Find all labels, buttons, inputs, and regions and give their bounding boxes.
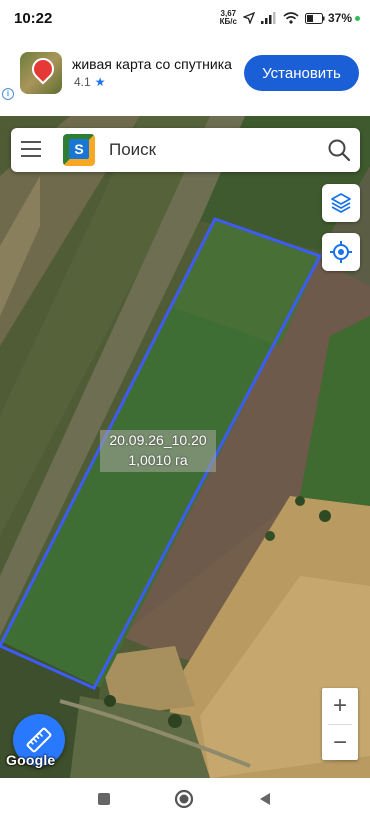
layers-icon [331, 193, 351, 213]
ruler-icon [26, 727, 52, 753]
status-bar: 10:22 3,67 КБ/с 37% [0, 0, 370, 38]
plot-name: 20.09.26_10.20 [109, 432, 207, 448]
signal-icon [260, 12, 276, 24]
ad-info-icon[interactable]: i [2, 88, 14, 100]
layers-button[interactable] [322, 184, 360, 222]
charging-dot [355, 15, 360, 21]
net-speed: 3,67 КБ/с [219, 9, 237, 26]
home-icon[interactable] [174, 789, 194, 809]
my-location-button[interactable] [322, 233, 360, 271]
zoom-controls: + − [322, 688, 358, 760]
google-attribution: Google [6, 752, 56, 768]
ad-rating-value: 4.1 [74, 75, 91, 89]
ad-app-icon[interactable] [20, 52, 62, 94]
battery-icon [304, 12, 325, 24]
search-input[interactable]: Поиск [109, 140, 156, 160]
status-icons: 3,67 КБ/с 37% [220, 10, 360, 26]
battery-percent: 37% [327, 11, 352, 25]
zoom-out-button[interactable]: − [322, 725, 358, 761]
ad-banner[interactable]: живая карта со спутника 4.1 ★ Установить… [0, 38, 370, 116]
zoom-in-button[interactable]: + [322, 688, 358, 724]
search-icon[interactable] [326, 137, 352, 163]
menu-icon[interactable] [21, 141, 41, 157]
search-bar[interactable]: S Поиск [11, 128, 360, 172]
my-location-icon [330, 241, 352, 263]
recents-icon[interactable] [96, 791, 112, 807]
plot-area: 1,0010 га [128, 452, 188, 468]
location-arrow-icon [242, 12, 255, 24]
system-nav-bar [0, 778, 370, 822]
star-icon: ★ [94, 75, 106, 89]
app-logo-letter: S [69, 139, 89, 159]
install-button[interactable]: Установить [244, 55, 359, 91]
battery: 37% [304, 11, 360, 25]
ad-title[interactable]: живая карта со спутника [72, 56, 232, 72]
back-icon[interactable] [257, 791, 273, 807]
ad-rating: 4.1 ★ [74, 75, 105, 89]
plot-label[interactable]: 20.09.26_10.20 1,0010 га [100, 430, 216, 472]
wifi-icon [283, 12, 299, 24]
map-pin-icon [27, 53, 59, 85]
status-time: 10:22 [14, 10, 53, 27]
app-logo: S [63, 134, 95, 166]
